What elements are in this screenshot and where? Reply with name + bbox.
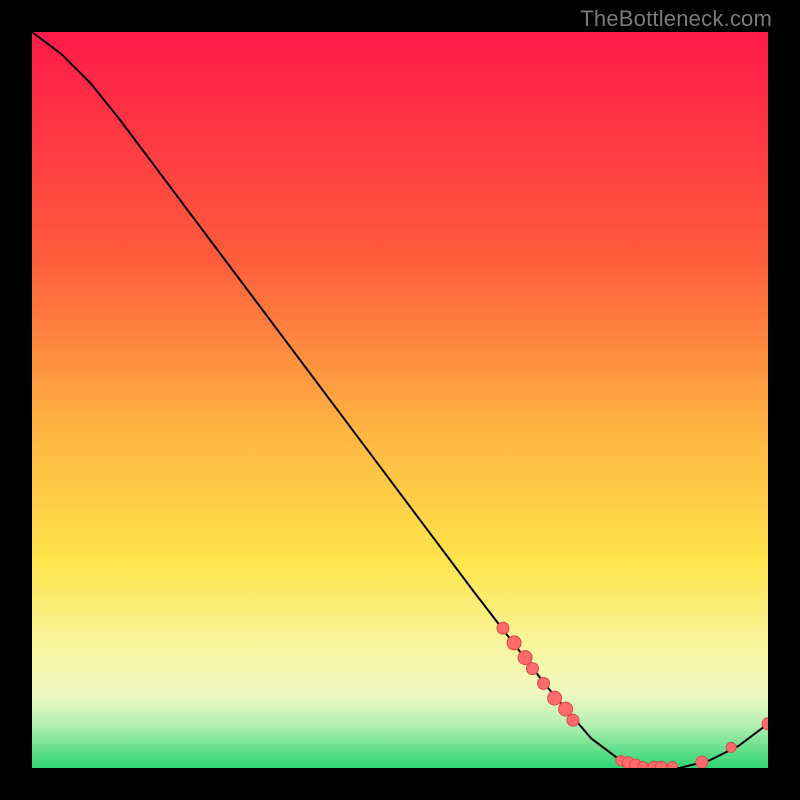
marker-dot xyxy=(518,651,532,665)
chart-svg xyxy=(32,32,768,768)
marker-dot xyxy=(538,677,550,689)
marker-dot xyxy=(507,636,521,650)
marker-dot xyxy=(667,762,677,769)
watermark-label: TheBottleneck.com xyxy=(580,6,772,32)
marker-dot xyxy=(497,622,509,634)
marker-dot xyxy=(548,691,562,705)
gradient-background xyxy=(32,32,768,768)
chart-plot xyxy=(32,32,768,768)
marker-dot xyxy=(559,702,573,716)
marker-dot xyxy=(567,714,579,726)
marker-dot xyxy=(726,742,736,752)
marker-dot xyxy=(696,756,708,768)
marker-dot xyxy=(638,762,648,769)
marker-dot xyxy=(527,663,539,675)
